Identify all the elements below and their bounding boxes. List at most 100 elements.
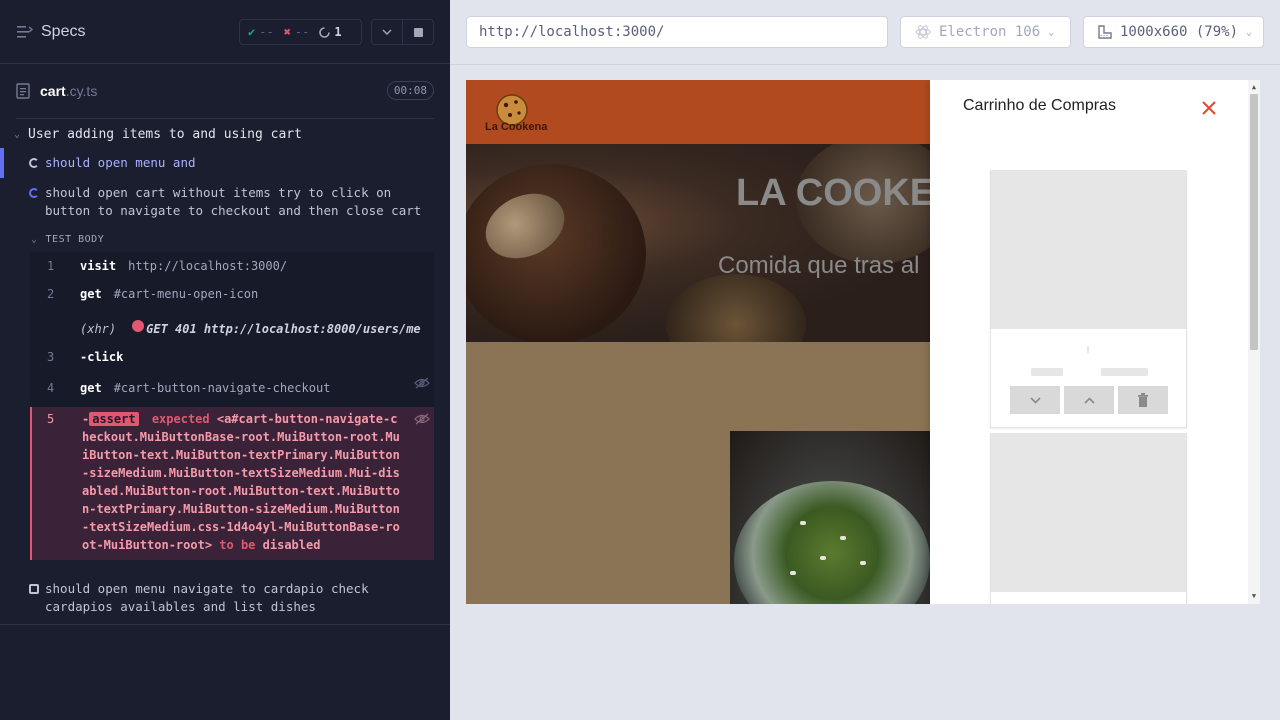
- command-name: visit: [80, 259, 117, 273]
- chevron-down-icon: ⌄: [1246, 26, 1253, 38]
- spec-file-ext: .cy.ts: [65, 83, 98, 99]
- x-icon: ✖: [283, 25, 291, 39]
- failed-command-row[interactable]: 5 - assert expected <a#cart-button-naviga…: [30, 407, 434, 560]
- chevron-up-icon: [1083, 396, 1095, 404]
- command-number: 3: [47, 350, 55, 364]
- trash-icon: [1138, 393, 1148, 407]
- garnish: [860, 561, 866, 565]
- command-name: -click: [80, 350, 124, 364]
- viewport-label: 1000x660 (79%): [1120, 24, 1239, 40]
- remove-item-button[interactable]: [1118, 386, 1168, 414]
- command-number: 5: [47, 412, 55, 426]
- chevron-down-icon: ⌄: [1048, 26, 1055, 38]
- cart-item-skeleton: [990, 170, 1187, 428]
- skeleton-line: [1087, 346, 1089, 354]
- suite-title: User adding items to and using cart: [28, 126, 302, 142]
- error-dot-icon: [132, 320, 145, 332]
- url-bar[interactable]: http://localhost:3000/: [466, 16, 888, 48]
- garnish: [840, 536, 846, 540]
- pending-count: 1: [334, 25, 342, 39]
- scroll-down-arrow[interactable]: ▼: [1250, 592, 1258, 600]
- test-item[interactable]: should open menu and: [0, 148, 450, 178]
- hero-cookie-image: [466, 164, 646, 342]
- test-suite: ⌄ User adding items to and using cart sh…: [0, 120, 450, 625]
- test-item[interactable]: should open menu navigate to cardapio ch…: [0, 574, 450, 625]
- command-row[interactable]: 2 get #cart-menu-open-icon: [30, 280, 434, 308]
- browser-selector[interactable]: Electron 106 ⌄: [900, 16, 1071, 48]
- test-title: should open cart without items try to cl…: [45, 185, 422, 218]
- hero-subtitle: Comida que tras al: [718, 252, 920, 279]
- skeleton-image: [991, 434, 1186, 592]
- garnish: [790, 571, 796, 575]
- command-number: 4: [47, 381, 55, 395]
- stats-bar: ✔ -- ✖ -- 1: [239, 19, 362, 45]
- decrease-quantity-button[interactable]: [1010, 386, 1060, 414]
- command-row[interactable]: 4 get #cart-button-navigate-checkout: [30, 371, 434, 407]
- scroll-up-arrow[interactable]: ▲: [1250, 83, 1258, 91]
- xhr-message: GET 401 http://localhost:8000/users/me: [146, 322, 421, 336]
- chevron-down-icon: [1029, 396, 1041, 404]
- command-row[interactable]: 1 visit http://localhost:3000/: [30, 252, 434, 280]
- spinner-icon: [29, 158, 39, 168]
- garnish: [800, 521, 806, 525]
- skeleton-line: [1031, 368, 1063, 376]
- test-body-toggle[interactable]: ⌄ TEST BODY: [0, 226, 450, 252]
- document-icon: [16, 83, 30, 99]
- command-message: #cart-button-navigate-checkout: [113, 381, 331, 395]
- spec-file-name: cart: [40, 83, 66, 99]
- run-duration: 00:08: [386, 81, 434, 100]
- scrollbar-thumb[interactable]: [1250, 94, 1258, 350]
- pending-icon: [29, 584, 39, 594]
- skeleton-image: [991, 171, 1186, 329]
- assert-state: disabled: [262, 538, 321, 552]
- app-under-test: La Cookena LA COOKER Comida que tras al …: [466, 80, 1260, 604]
- command-row[interactable]: 3 -click: [30, 343, 434, 371]
- eye-slash-icon[interactable]: [414, 377, 430, 389]
- command-name: get: [80, 287, 102, 301]
- assertion-message: - assert expected <a#cart-button-navigate…: [82, 410, 402, 554]
- suite-title-row[interactable]: ⌄ User adding items to and using cart: [0, 120, 450, 148]
- xhr-label: (xhr): [80, 322, 117, 336]
- chevron-down-icon: [382, 29, 392, 35]
- cart-title: Carrinho de Compras: [963, 97, 1116, 114]
- runner-options-button[interactable]: [371, 19, 403, 45]
- site-header: La Cookena: [466, 80, 930, 144]
- close-icon[interactable]: [1201, 100, 1217, 116]
- spec-file-row[interactable]: cart .cy.ts 00:08: [16, 64, 434, 119]
- viewport-selector[interactable]: 1000x660 (79%) ⌄: [1083, 16, 1264, 48]
- specs-title[interactable]: Specs: [41, 23, 85, 41]
- xhr-row[interactable]: (xhr) GET 401 http://localhost:8000/user…: [30, 308, 434, 343]
- failed-count: --: [294, 25, 310, 39]
- ruler-icon: [1098, 25, 1112, 39]
- spinner-icon: [29, 188, 39, 198]
- chevron-down-icon: ⌄: [31, 233, 38, 245]
- toolbar-divider: [450, 64, 1280, 65]
- skeleton-line: [1101, 368, 1148, 376]
- command-name: get: [80, 381, 102, 395]
- stop-icon: [413, 27, 423, 37]
- cart-item-skeleton: [990, 433, 1187, 604]
- plate-image: [734, 481, 930, 604]
- hero-cookie-image: [666, 274, 806, 342]
- command-number: 1: [47, 259, 55, 273]
- hero-title: LA COOKER: [736, 172, 930, 214]
- cart-drawer: Carrinho de Compras: [930, 80, 1248, 604]
- command-log: 1 visit http://localhost:3000/ 2 get #ca…: [30, 252, 434, 560]
- test-title: should open menu navigate to cardapio ch…: [45, 581, 369, 614]
- check-icon: ✔: [248, 25, 256, 39]
- test-item[interactable]: should open cart without items try to cl…: [0, 178, 450, 226]
- command-message: #cart-menu-open-icon: [113, 287, 259, 301]
- assert-to-be: to be: [219, 538, 256, 552]
- increase-quantity-button[interactable]: [1064, 386, 1114, 414]
- command-number: 2: [47, 287, 55, 301]
- menu-icon[interactable]: [17, 25, 33, 39]
- stop-button[interactable]: [402, 19, 434, 45]
- browser-label: Electron 106: [939, 24, 1041, 40]
- assert-tag: assert: [89, 412, 139, 426]
- logo-text: La Cookena: [485, 121, 548, 133]
- chevron-down-icon: ⌄: [14, 128, 21, 140]
- command-message: http://localhost:3000/: [128, 259, 288, 273]
- eye-slash-icon[interactable]: [414, 413, 430, 425]
- hero-banner: LA COOKER Comida que tras al: [466, 144, 930, 342]
- test-title: should open menu and: [45, 155, 196, 170]
